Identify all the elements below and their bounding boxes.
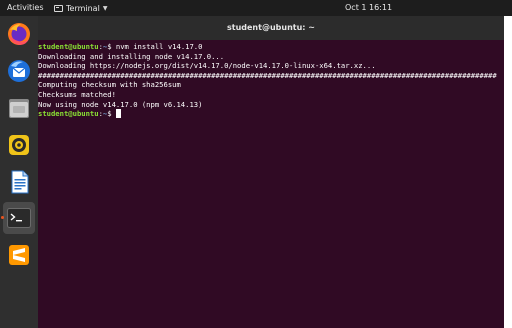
folder-icon <box>9 99 29 118</box>
chevron-down-icon: ▼ <box>102 4 108 12</box>
app-menu-label: Terminal <box>66 3 100 13</box>
window-title: student@ubuntu: ~ <box>227 23 315 32</box>
output-line: Checksums matched! <box>38 89 116 99</box>
writer-icon <box>11 170 29 194</box>
prompt-symbol: $ <box>107 109 116 119</box>
dock-item-thunderbird[interactable] <box>3 55 35 87</box>
prompt-user: student@ubuntu <box>38 42 99 51</box>
thunderbird-icon <box>8 60 30 82</box>
firefox-icon <box>8 23 30 45</box>
terminal-small-icon <box>54 4 63 12</box>
clock[interactable]: Oct 1 16:11 <box>345 0 392 16</box>
terminal-output[interactable]: student@ubuntu:~$ nvm install v14.17.0 D… <box>38 42 504 328</box>
dock-item-sublime[interactable] <box>3 239 35 271</box>
speaker-icon <box>9 135 29 155</box>
app-menu-button[interactable]: Terminal ▼ <box>54 0 107 16</box>
output-line: Downloading https://nodejs.org/dist/v14.… <box>38 61 376 71</box>
window-titlebar[interactable]: student@ubuntu: ~ <box>38 16 504 40</box>
sublime-icon <box>9 245 29 265</box>
screen-edge <box>504 16 512 328</box>
command-line: student@ubuntu:~$ nvm install v14.17.0 <box>38 42 504 52</box>
dock-item-rhythmbox[interactable] <box>3 129 35 161</box>
dock-item-writer[interactable] <box>3 166 35 198</box>
dock-item-files[interactable] <box>3 92 35 124</box>
output-line: Now using node v14.17.0 (npm v6.14.13) <box>38 99 203 109</box>
terminal-window[interactable]: student@ubuntu: ~ student@ubuntu:~$ nvm … <box>38 16 504 328</box>
desktop: Activities Terminal ▼ Oct 1 16:11 studen… <box>0 0 512 328</box>
progress-output-line: ########################################… <box>38 70 497 80</box>
command-text: nvm install v14.17.0 <box>115 42 203 51</box>
prompt-user: student@ubuntu <box>38 109 99 119</box>
prompt-symbol: $ <box>107 42 116 51</box>
text-cursor <box>115 109 121 119</box>
running-indicator <box>1 216 4 219</box>
dock-item-firefox[interactable] <box>3 18 35 50</box>
output-line: Computing checksum with sha256sum <box>38 80 181 90</box>
top-bar: Activities Terminal ▼ Oct 1 16:11 <box>0 0 512 16</box>
output-line: Downloading and installing node v14.17.0… <box>38 51 225 61</box>
activities-button[interactable]: Activities <box>7 0 44 16</box>
dock-item-terminal[interactable] <box>3 202 35 234</box>
current-prompt-line: student@ubuntu:~$ <box>38 109 504 119</box>
dock <box>0 16 38 328</box>
terminal-icon <box>7 208 31 228</box>
